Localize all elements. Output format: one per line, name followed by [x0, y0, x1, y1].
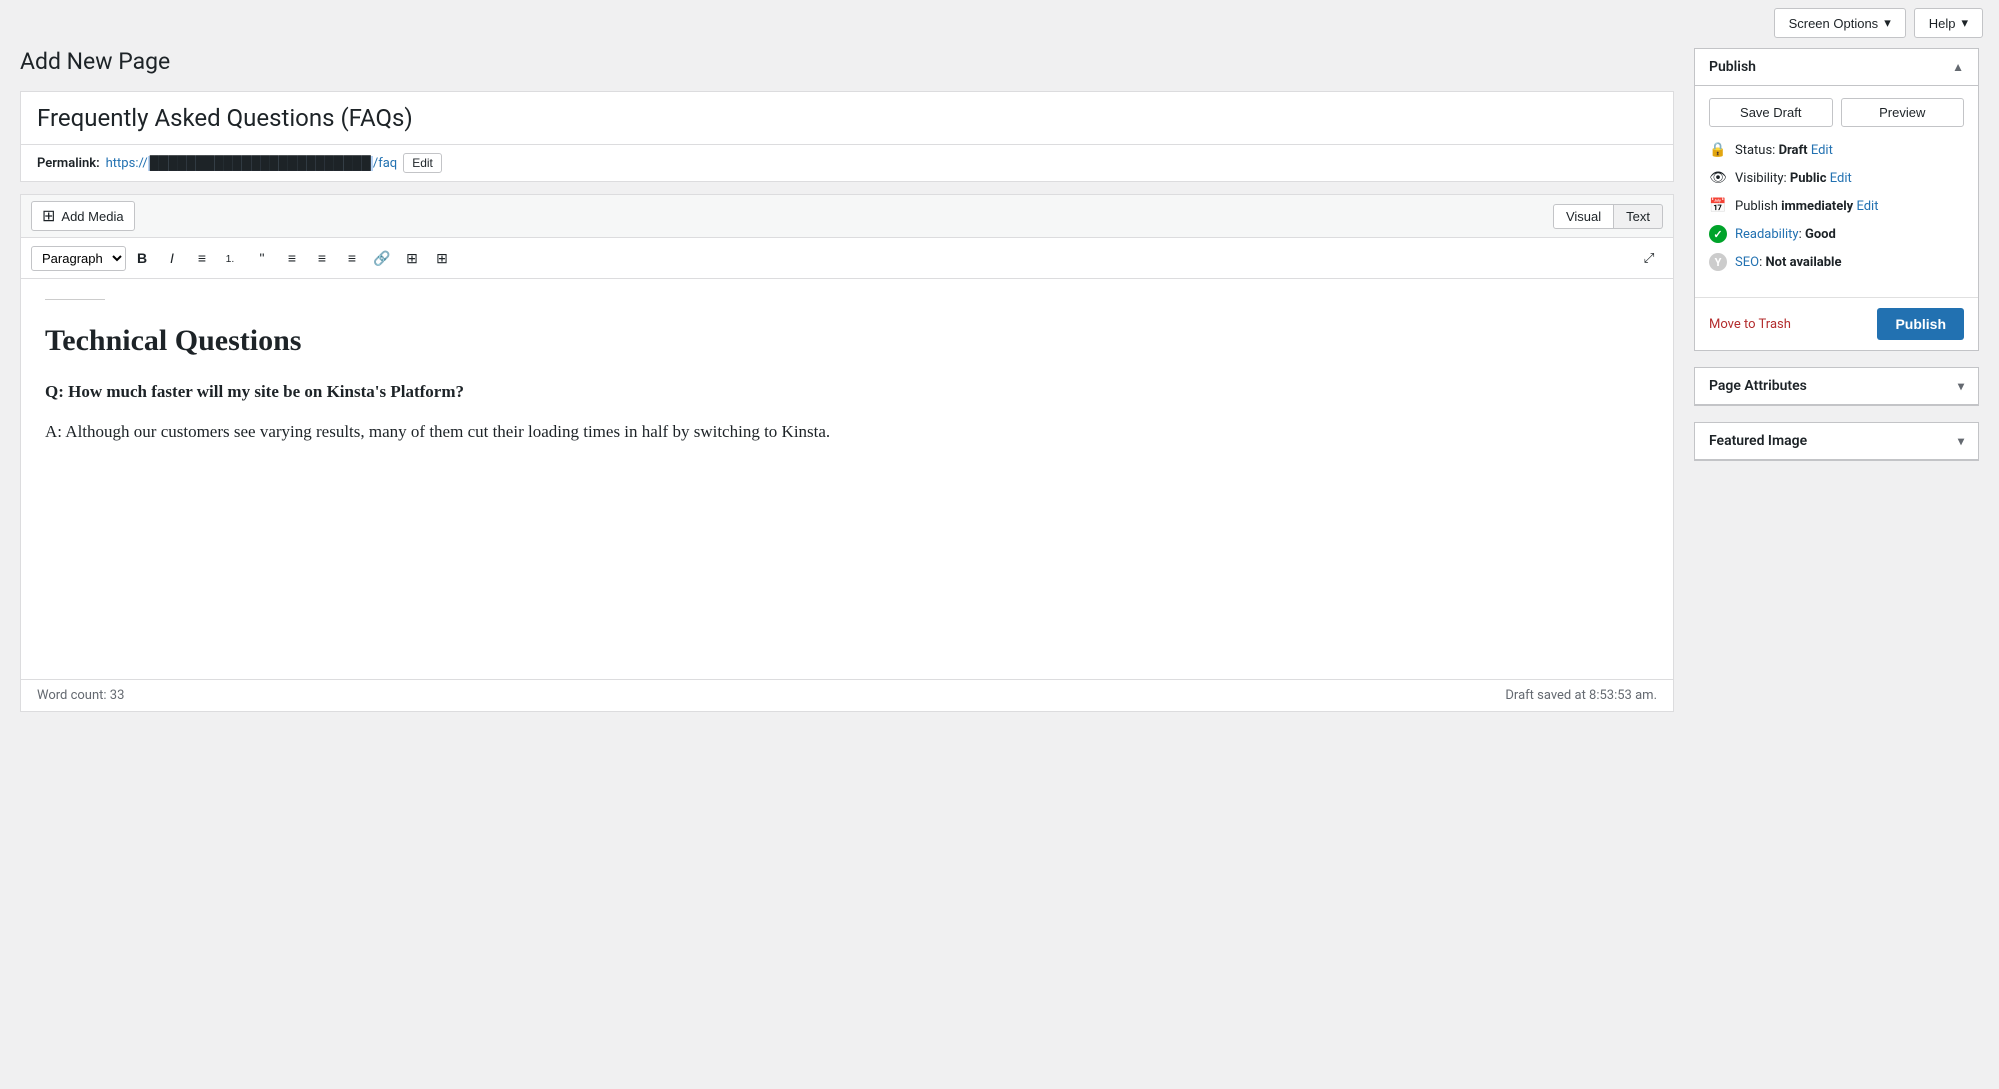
visibility-edit-link[interactable]: Edit — [1830, 171, 1852, 186]
bold-button[interactable]: B — [128, 244, 156, 272]
align-right-button[interactable]: ≡ — [338, 244, 366, 272]
add-media-button[interactable]: ⊞ Add Media — [31, 201, 135, 231]
publish-calendar-icon: 📅 — [1709, 197, 1727, 215]
content-heading: Technical Questions — [45, 324, 1649, 358]
editor-content-area[interactable]: Technical Questions Q: How much faster w… — [21, 279, 1673, 679]
page-attributes-title: Page Attributes — [1709, 378, 1807, 394]
publish-when-item: 📅 Publish immediately Edit — [1709, 197, 1964, 215]
seo-item: Y SEO: Not available — [1709, 253, 1964, 271]
align-center-button[interactable]: ≡ — [308, 244, 336, 272]
readability-link[interactable]: Readability — [1735, 227, 1799, 242]
editor-toolbar-top: ⊞ Add Media Visual Text — [21, 195, 1673, 238]
visibility-label: Visibility: Public Edit — [1735, 171, 1852, 186]
help-chevron: ▾ — [1961, 15, 1968, 31]
seo-link[interactable]: SEO — [1735, 255, 1759, 270]
publish-panel: Publish ▲ Save Draft Preview 🔒 Status: D… — [1694, 48, 1979, 351]
editor-footer: Word count: 33 Draft saved at 8:53:53 am… — [21, 679, 1673, 711]
preview-button[interactable]: Preview — [1841, 98, 1965, 127]
publish-panel-actions: Save Draft Preview — [1709, 98, 1964, 127]
page-attributes-panel: Page Attributes ▾ — [1694, 367, 1979, 406]
move-to-trash-link[interactable]: Move to Trash — [1709, 317, 1791, 332]
readability-icon: ✓ — [1709, 225, 1727, 243]
editor-container: ⊞ Add Media Visual Text Paragraph B I ≡ … — [20, 194, 1674, 712]
page-attributes-chevron: ▾ — [1958, 379, 1964, 393]
sidebar: Publish ▲ Save Draft Preview 🔒 Status: D… — [1694, 48, 1979, 477]
featured-image-title: Featured Image — [1709, 433, 1807, 449]
publish-panel-chevron: ▲ — [1952, 60, 1964, 74]
add-media-icon: ⊞ — [42, 206, 55, 226]
table-button[interactable]: ⊞ — [398, 244, 426, 272]
page-title: Add New Page — [20, 48, 1674, 75]
permalink-label: Permalink: — [37, 156, 100, 171]
ordered-list-icon: 1. — [224, 250, 240, 266]
italic-button[interactable]: I — [158, 244, 186, 272]
publish-button[interactable]: Publish — [1877, 308, 1964, 340]
visibility-icon: 👁 — [1709, 169, 1727, 187]
screen-options-button[interactable]: Screen Options ▾ — [1774, 8, 1906, 38]
publish-when-edit-link[interactable]: Edit — [1856, 199, 1878, 214]
formatting-toolbar: Paragraph B I ≡ 1. " ≡ ≡ ≡ 🔗 ⊞ ⊞ ⤢ — [21, 238, 1673, 279]
permalink-edit-button[interactable]: Edit — [403, 153, 442, 173]
help-label: Help — [1929, 16, 1956, 31]
svg-text:1.: 1. — [226, 254, 235, 265]
readability-label: Readability: Good — [1735, 227, 1836, 242]
align-left-button[interactable]: ≡ — [278, 244, 306, 272]
permalink-bar: Permalink: https://█████████████████████… — [20, 145, 1674, 182]
save-draft-button[interactable]: Save Draft — [1709, 98, 1833, 127]
status-label: Status: Draft Edit — [1735, 143, 1833, 158]
link-button[interactable]: 🔗 — [368, 244, 396, 272]
main-wrapper: Add New Page Frequently Asked Questions … — [0, 0, 1999, 732]
page-title-input[interactable]: Frequently Asked Questions (FAQs) — [20, 91, 1674, 145]
word-count: Word count: 33 — [37, 688, 124, 703]
status-item: 🔒 Status: Draft Edit — [1709, 141, 1964, 159]
add-media-label: Add Media — [61, 209, 123, 224]
publish-panel-header[interactable]: Publish ▲ — [1695, 49, 1978, 86]
view-tabs: Visual Text — [1553, 204, 1663, 229]
tab-visual[interactable]: Visual — [1553, 204, 1614, 229]
featured-image-chevron: ▾ — [1958, 434, 1964, 448]
publish-panel-title: Publish — [1709, 59, 1756, 75]
readability-item: ✓ Readability: Good — [1709, 225, 1964, 243]
seo-icon: Y — [1709, 253, 1727, 271]
blockquote-button[interactable]: " — [248, 244, 276, 272]
unordered-list-button[interactable]: ≡ — [188, 244, 216, 272]
status-edit-link[interactable]: Edit — [1811, 143, 1833, 158]
publish-when-label: Publish immediately Edit — [1735, 199, 1878, 214]
more-options-button[interactable]: ⊞ — [428, 244, 456, 272]
draft-saved: Draft saved at 8:53:53 am. — [1505, 688, 1657, 703]
permalink-url-redacted: ████████████████████████ — [148, 156, 373, 171]
seo-label: SEO: Not available — [1735, 255, 1842, 270]
permalink-url[interactable]: https://████████████████████████/faq — [106, 155, 398, 171]
top-bar: Screen Options ▾ Help ▾ — [1758, 0, 1999, 46]
publish-panel-body: Save Draft Preview 🔒 Status: Draft Edit … — [1695, 86, 1978, 293]
featured-image-panel: Featured Image ▾ — [1694, 422, 1979, 461]
publish-panel-footer: Move to Trash Publish — [1695, 297, 1978, 350]
tab-text[interactable]: Text — [1614, 204, 1663, 229]
page-attributes-header[interactable]: Page Attributes ▾ — [1695, 368, 1978, 405]
featured-image-header[interactable]: Featured Image ▾ — [1695, 423, 1978, 460]
help-button[interactable]: Help ▾ — [1914, 8, 1983, 38]
paragraph-select[interactable]: Paragraph — [31, 246, 126, 271]
editor-area: Add New Page Frequently Asked Questions … — [20, 48, 1674, 712]
screen-options-chevron: ▾ — [1884, 15, 1891, 31]
ordered-list-button[interactable]: 1. — [218, 244, 246, 272]
visibility-item: 👁 Visibility: Public Edit — [1709, 169, 1964, 187]
content-question: Q: How much faster will my site be on Ki… — [45, 382, 1649, 402]
screen-options-label: Screen Options — [1789, 16, 1879, 31]
content-separator — [45, 299, 105, 300]
expand-button[interactable]: ⤢ — [1635, 244, 1663, 272]
status-icon: 🔒 — [1709, 141, 1727, 159]
content-answer: A: Although our customers see varying re… — [45, 418, 1649, 447]
